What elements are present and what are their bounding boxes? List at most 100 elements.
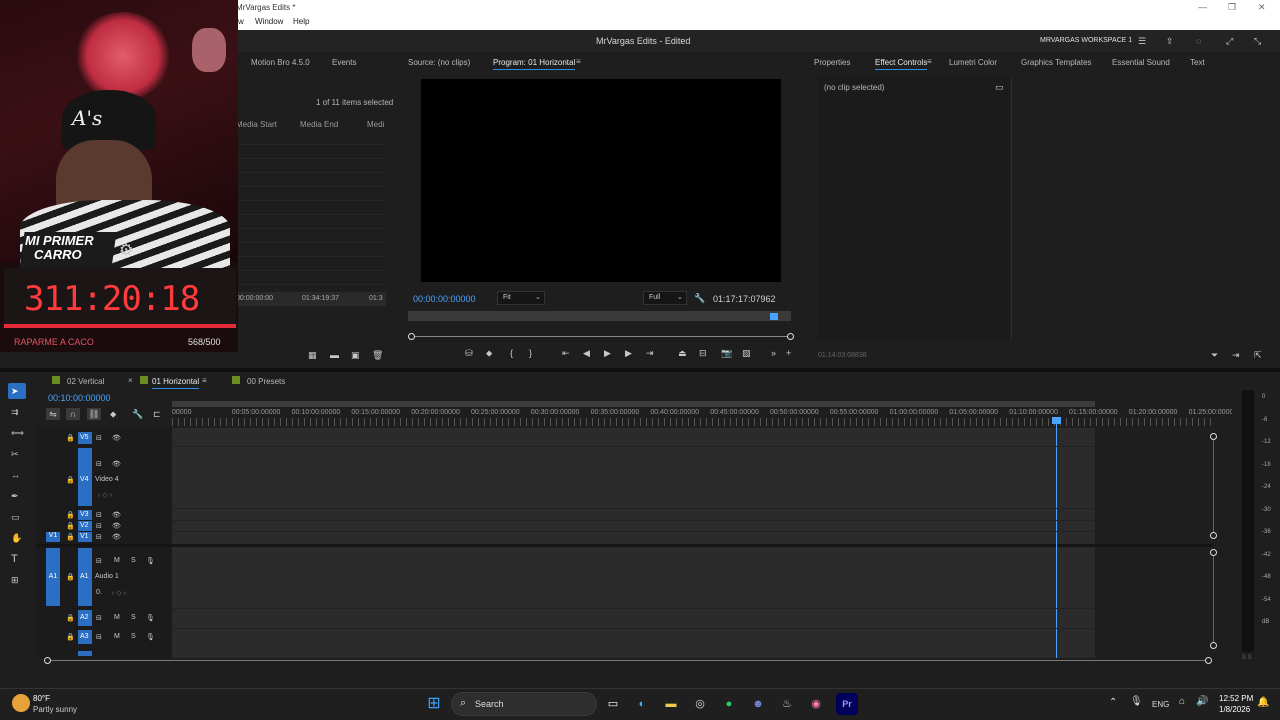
ripple-edit-tool-icon[interactable]: ⟺: [11, 427, 24, 439]
razor-tool-icon[interactable]: ✂: [11, 448, 19, 460]
panel-menu-icon[interactable]: ≡: [202, 376, 207, 385]
pen-tool-icon[interactable]: ✒: [11, 490, 19, 502]
sync-lock-icon[interactable]: ⊟: [96, 460, 102, 468]
discord-icon[interactable]: ☻: [747, 693, 769, 715]
column-media-end[interactable]: Media End: [300, 120, 338, 129]
track-select-tool-icon[interactable]: ⇉: [11, 406, 19, 418]
tab-01-horizontal[interactable]: 01 Horizontal: [152, 377, 200, 389]
lock-icon[interactable]: 🔒: [66, 533, 75, 541]
zoom-bar[interactable]: [412, 336, 790, 337]
close-tab-icon[interactable]: ×: [128, 376, 133, 385]
lock-icon[interactable]: 🔒: [66, 614, 75, 622]
start-icon[interactable]: ⊞: [423, 693, 445, 715]
list-view-icon[interactable]: ▦: [308, 349, 317, 361]
file-manager-icon[interactable]: ▭: [602, 693, 624, 715]
marker-list-icon[interactable]: ⛁: [465, 347, 473, 359]
keyframe-nav-icon[interactable]: ‹ ◇ ›: [112, 589, 126, 597]
sync-icon[interactable]: ◌: [1196, 35, 1201, 47]
button-editor-icon[interactable]: +: [786, 347, 791, 359]
microphone-icon[interactable]: 🎙: [146, 633, 155, 641]
meter-solo-labels[interactable]: S S: [1242, 655, 1252, 661]
expand-icon[interactable]: ⤡: [1254, 35, 1261, 47]
nest-icon[interactable]: ⇋: [46, 408, 60, 420]
add-marker-icon[interactable]: ⬥: [486, 347, 492, 359]
video-audio-divider[interactable]: [36, 544, 1213, 547]
microphone-icon[interactable]: 🎙: [146, 614, 155, 622]
v-scroll-track[interactable]: [1213, 440, 1214, 532]
mark-out-icon[interactable]: }: [529, 347, 532, 359]
h-scroll-handle-right[interactable]: [1205, 657, 1212, 664]
column-media-start[interactable]: Media Start: [236, 120, 277, 129]
linked-selection-icon[interactable]: ⛓: [87, 408, 101, 420]
language-indicator[interactable]: ENG: [1152, 700, 1169, 709]
tab-02-vertical[interactable]: 02 Vertical: [67, 377, 104, 386]
maximize-icon[interactable]: ❐: [1228, 2, 1236, 13]
microphone-icon[interactable]: 🎙: [1130, 696, 1143, 707]
sequence-area[interactable]: [172, 428, 1095, 658]
spotify-icon[interactable]: ●: [718, 693, 740, 715]
hand-tool-icon[interactable]: ✋: [11, 532, 22, 544]
settings-icon[interactable]: 🔧: [132, 408, 143, 420]
add-marker-icon[interactable]: ⬥: [110, 408, 116, 420]
a-scroll-handle-bottom[interactable]: [1210, 642, 1217, 649]
panel-menu-icon[interactable]: ≡: [576, 57, 581, 66]
v-scroll-handle-bottom[interactable]: [1210, 532, 1217, 539]
compare-view-icon[interactable]: ▧: [742, 347, 751, 359]
solo-button[interactable]: S: [131, 633, 136, 640]
go-to-in-icon[interactable]: ⇤: [562, 347, 570, 359]
workspace-label[interactable]: MRVARGAS WORKSPACE 1: [1040, 37, 1132, 44]
tab-essential-sound[interactable]: Essential Sound: [1112, 58, 1170, 67]
work-area-bar[interactable]: [172, 401, 1095, 407]
sync-lock-icon[interactable]: ⊟: [96, 434, 102, 442]
mini-timeline[interactable]: [408, 311, 791, 321]
h-scroll-handle-left[interactable]: [44, 657, 51, 664]
quality-dropdown[interactable]: Full ⌄: [643, 291, 687, 305]
notification-icon[interactable]: 🔔: [1257, 697, 1269, 708]
snap-icon[interactable]: ∩: [66, 408, 80, 420]
sync-lock-icon[interactable]: ⊟: [96, 614, 102, 622]
menu-item-window[interactable]: Window: [255, 17, 283, 26]
sync-lock-icon[interactable]: ⊟: [96, 633, 102, 641]
source-patch-v1[interactable]: V1: [46, 532, 60, 542]
close-icon[interactable]: ✕: [1258, 2, 1266, 13]
premiere-icon[interactable]: Pr: [836, 693, 858, 715]
zoom-handle-right[interactable]: [787, 333, 794, 340]
weather-desc[interactable]: Partly sunny: [33, 705, 77, 714]
network-icon[interactable]: ⌂: [1179, 696, 1185, 707]
mute-button[interactable]: M: [114, 633, 120, 640]
new-item-icon[interactable]: ▣: [351, 349, 360, 361]
edge-icon[interactable]: ◐: [631, 693, 653, 715]
zoom-handle-left[interactable]: [408, 333, 415, 340]
weather-icon[interactable]: [12, 694, 30, 712]
effect-list-area[interactable]: [818, 77, 1010, 340]
lock-icon[interactable]: 🔒: [66, 522, 75, 530]
tab-text[interactable]: Text: [1190, 58, 1205, 67]
volume-value[interactable]: 0.: [96, 589, 102, 596]
tab-source[interactable]: Source: (no clips): [408, 58, 470, 67]
menu-item-help[interactable]: Help: [293, 17, 309, 26]
eye-icon[interactable]: 👁: [112, 434, 121, 442]
playhead-marker[interactable]: [770, 313, 778, 320]
solo-button[interactable]: S: [131, 557, 136, 564]
chevron-up-icon[interactable]: ⌃: [1109, 697, 1117, 708]
column-media[interactable]: Medi: [367, 120, 384, 129]
eye-icon[interactable]: 👁: [112, 533, 121, 541]
sync-lock-icon[interactable]: ⊟: [96, 557, 102, 565]
zoom-icon[interactable]: ⤢: [1226, 35, 1233, 47]
slip-tool-icon[interactable]: ↔: [11, 469, 20, 481]
a-scroll-handle-top[interactable]: [1210, 549, 1217, 556]
program-timecode[interactable]: 00:00:00:00000: [413, 294, 476, 304]
microphone-icon[interactable]: 🎙: [146, 557, 155, 565]
export-frame-icon[interactable]: 📷: [721, 347, 732, 359]
lock-icon[interactable]: 🔒: [66, 573, 75, 581]
eye-icon[interactable]: 👁: [112, 511, 121, 519]
steam-icon[interactable]: ♨: [776, 693, 798, 715]
project-list[interactable]: [236, 131, 386, 291]
step-icon[interactable]: ⇥: [1232, 349, 1240, 361]
browser-icon[interactable]: ◉: [805, 693, 827, 715]
mark-in-icon[interactable]: {: [510, 347, 513, 359]
playhead-line[interactable]: [1056, 418, 1057, 658]
tab-motion-bro[interactable]: Motion Bro 4.5.0: [251, 58, 310, 67]
panel-menu-icon[interactable]: ≡: [927, 57, 932, 66]
mute-button[interactable]: M: [114, 557, 120, 564]
